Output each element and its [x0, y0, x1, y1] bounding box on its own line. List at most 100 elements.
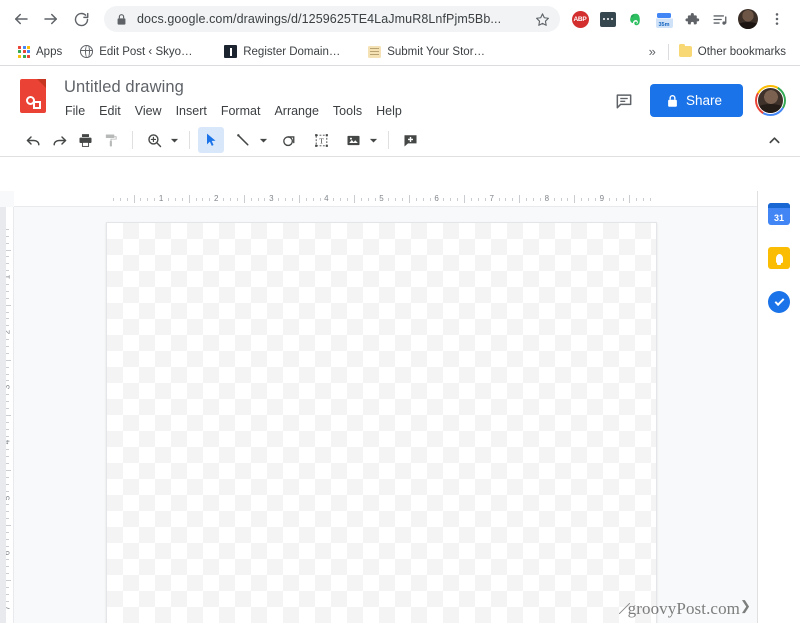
- calendar-day-label: 31: [773, 213, 784, 223]
- left-gutter: [0, 207, 6, 623]
- line-dropdown-caret[interactable]: [256, 127, 270, 153]
- google-drawings-logo-icon[interactable]: [18, 79, 50, 117]
- ruler-tick-label: 9: [599, 194, 605, 203]
- canvas-area[interactable]: groovyPost.com❯: [14, 207, 757, 623]
- menu-view[interactable]: View: [128, 100, 169, 122]
- watermark-text: groovyPost.com: [627, 599, 740, 618]
- ruler-tick-label: 7: [489, 194, 494, 203]
- bookmark-item[interactable]: Register Domain N...: [218, 42, 348, 61]
- forward-button[interactable]: [36, 4, 66, 34]
- reload-button[interactable]: [66, 4, 96, 34]
- bookmark-apps[interactable]: Apps: [12, 43, 68, 61]
- ruler-minor-mark: [147, 197, 149, 201]
- drawing-canvas[interactable]: [106, 222, 657, 623]
- ruler-minor-mark: [367, 197, 369, 201]
- menu-bar: File Edit View Insert Format Arrange Too…: [58, 100, 610, 122]
- add-comment-button[interactable]: [397, 127, 423, 153]
- bookmark-item[interactable]: Edit Post ‹ Skyose -...: [74, 42, 204, 61]
- adblock-plus-extension-icon[interactable]: ABP: [567, 6, 593, 32]
- ruler-minor-mark: [402, 197, 404, 201]
- google-tasks-icon[interactable]: [768, 291, 790, 313]
- ruler-minor-mark: [519, 195, 521, 203]
- ruler-minor-mark: [374, 197, 376, 201]
- comment-icon: [616, 93, 632, 108]
- browser-menu-button[interactable]: [762, 4, 792, 34]
- print-icon: [78, 133, 92, 147]
- share-button[interactable]: Share: [649, 84, 743, 117]
- ruler-minor-mark: [560, 197, 562, 201]
- ruler-minor-mark: [250, 197, 252, 201]
- print-button[interactable]: [72, 127, 98, 153]
- undo-button[interactable]: [20, 127, 46, 153]
- bookmarks-overflow-button[interactable]: »: [641, 42, 664, 61]
- ruler-minor-mark: [588, 197, 590, 201]
- text-box-tool-button[interactable]: T: [308, 127, 334, 153]
- account-avatar[interactable]: [755, 85, 786, 116]
- timer-extension-icon[interactable]: 35m: [651, 6, 677, 32]
- ruler-minor-mark: [526, 197, 528, 201]
- address-bar[interactable]: docs.google.com/drawings/d/1259625TE4LaJ…: [104, 6, 560, 32]
- ruler-tick-label: 8: [544, 194, 550, 203]
- comment-history-button[interactable]: [610, 87, 638, 115]
- ruler-minor-mark: [443, 197, 445, 201]
- line-tool-button[interactable]: [230, 127, 256, 153]
- ruler-minor-mark: [512, 197, 514, 201]
- document-title[interactable]: Untitled drawing: [62, 76, 610, 98]
- bookmarks-divider: [667, 43, 669, 60]
- paint-format-icon: [105, 133, 117, 146]
- evernote-extension-icon[interactable]: [623, 6, 649, 32]
- ruler-minor-mark: [484, 197, 486, 201]
- ruler-minor-mark: [581, 197, 583, 201]
- ruler-tick-label: 2: [213, 194, 219, 203]
- timer-badge-label: 35m: [658, 21, 670, 28]
- story-icon: [368, 45, 382, 58]
- google-keep-icon[interactable]: [768, 247, 790, 269]
- ruler-minor-mark: [236, 197, 238, 201]
- workspace: 1 2 3 4 5 6 7 8 9 1 2 3 4 5 6 7 groovyPost.com❯ 31: [0, 191, 800, 623]
- google-calendar-icon[interactable]: 31: [768, 203, 790, 225]
- shape-tool-button[interactable]: [276, 127, 302, 153]
- ruler-minor-mark: [595, 197, 596, 201]
- zoom-button[interactable]: [141, 127, 167, 153]
- profile-avatar[interactable]: [735, 6, 761, 32]
- paint-format-button[interactable]: [98, 127, 124, 153]
- menu-tools[interactable]: Tools: [326, 100, 369, 122]
- line-icon: [236, 133, 249, 146]
- ruler-minor-mark: [574, 195, 576, 203]
- select-tool-button[interactable]: [198, 127, 224, 153]
- image-tool-button[interactable]: [340, 127, 366, 153]
- back-button[interactable]: [6, 4, 36, 34]
- toolbar-divider: [189, 131, 190, 149]
- ruler-minor-mark: [126, 197, 128, 201]
- horizontal-ruler[interactable]: 1 2 3 4 5 6 7 8 9: [14, 191, 757, 207]
- menu-insert[interactable]: Insert: [169, 100, 214, 122]
- add-comment-icon: [403, 134, 417, 147]
- dark-dots-extension-icon[interactable]: [595, 6, 621, 32]
- ruler-minor-mark: [567, 197, 569, 201]
- bookmark-item[interactable]: Submit Your Story |...: [362, 43, 492, 61]
- zoom-dropdown-caret[interactable]: [167, 127, 181, 153]
- extensions-puzzle-icon[interactable]: [679, 6, 705, 32]
- star-icon[interactable]: [535, 12, 550, 27]
- ruler-minor-mark: [243, 195, 245, 203]
- redo-icon: [52, 135, 66, 145]
- ruler-minor-mark: [347, 197, 349, 201]
- browser-chrome: docs.google.com/drawings/d/1259625TE4LaJ…: [0, 0, 800, 66]
- ruler-minor-mark: [615, 197, 617, 201]
- ruler-minor-mark: [415, 197, 417, 201]
- ruler-minor-mark: [360, 197, 362, 201]
- ruler-minor-mark: [298, 195, 300, 203]
- ruler-minor-mark: [429, 197, 431, 201]
- redo-button[interactable]: [46, 127, 72, 153]
- media-list-icon[interactable]: [707, 6, 733, 32]
- menu-file[interactable]: File: [58, 100, 92, 122]
- collapse-toolbar-button[interactable]: [762, 128, 786, 152]
- ruler-minor-mark: [209, 197, 211, 201]
- image-dropdown-caret[interactable]: [366, 127, 380, 153]
- menu-format[interactable]: Format: [214, 100, 268, 122]
- ruler-minor-mark: [464, 195, 466, 203]
- other-bookmarks-button[interactable]: Other bookmarks: [673, 43, 792, 61]
- menu-arrange[interactable]: Arrange: [267, 100, 325, 122]
- menu-help[interactable]: Help: [369, 100, 409, 122]
- menu-edit[interactable]: Edit: [92, 100, 128, 122]
